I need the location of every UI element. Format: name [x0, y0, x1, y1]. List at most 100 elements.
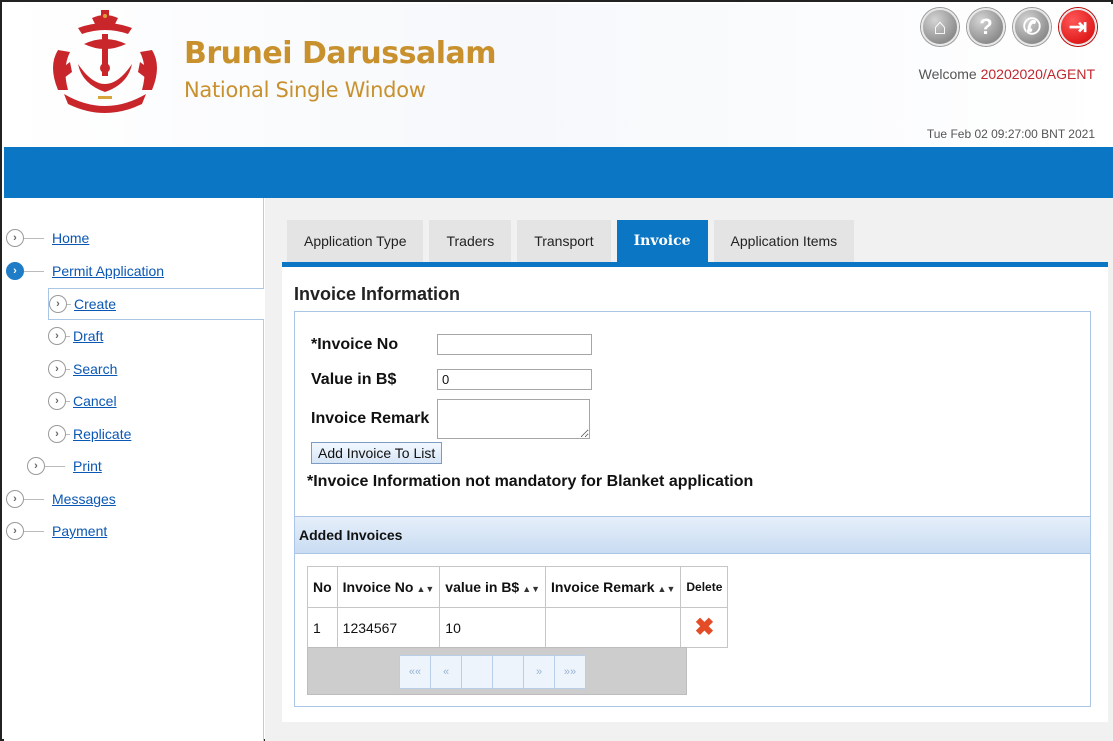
- tab-traders[interactable]: Traders: [429, 220, 512, 262]
- tree-connector: [66, 400, 70, 402]
- chevron-right-icon: ›: [48, 360, 66, 378]
- chevron-right-icon: ›: [27, 457, 45, 475]
- tree-connector: [66, 433, 70, 435]
- invoice-no-input[interactable]: [437, 334, 592, 355]
- chevron-right-icon: ›: [6, 262, 24, 280]
- invoice-panel: Invoice Information *Invoice No Value in…: [282, 267, 1108, 722]
- pager-first-button[interactable]: ««: [399, 655, 431, 689]
- cell-remark: [545, 607, 682, 648]
- sidebar-item-label[interactable]: Draft: [73, 328, 103, 344]
- tree-connector: [67, 303, 71, 305]
- welcome-prefix: Welcome: [918, 66, 981, 82]
- invoice-note: *Invoice Information not mandatory for B…: [307, 473, 754, 490]
- tree-connector: [24, 530, 44, 532]
- invoice-form: *Invoice No Value in B$ Invoice Remark A…: [294, 311, 1091, 707]
- invoice-remark-textarea[interactable]: [437, 399, 590, 439]
- sort-icon[interactable]: ▲▼: [522, 584, 540, 594]
- add-invoice-button[interactable]: Add Invoice To List: [311, 442, 443, 464]
- sidebar-item-label[interactable]: Permit Application: [52, 263, 164, 279]
- welcome-message: Welcome 20202020/AGENT: [919, 66, 1095, 82]
- tab-application-type[interactable]: Application Type: [287, 220, 424, 262]
- invoice-remark-label: Invoice Remark: [311, 410, 430, 427]
- table-header-row: No Invoice No ▲▼ value in B$ ▲▼ Invoice Re…: [307, 566, 729, 608]
- chevron-right-icon: ›: [48, 425, 66, 443]
- sidebar-item-label[interactable]: Search: [73, 361, 117, 377]
- column-header-invoice-no[interactable]: Invoice No ▲▼: [336, 566, 441, 608]
- tab-application-items[interactable]: Application Items: [713, 220, 855, 262]
- tree-connector: [24, 237, 44, 239]
- sidebar-item-payment[interactable]: › Payment: [6, 519, 107, 543]
- sort-icon[interactable]: ▲▼: [658, 584, 676, 594]
- value-label: Value in B$: [311, 371, 397, 388]
- value-input[interactable]: [437, 369, 592, 390]
- sidebar-item-label[interactable]: Cancel: [73, 393, 117, 409]
- table-row: 1 1234567 10 ✖: [307, 607, 729, 648]
- sidebar-item-permit-application[interactable]: › Permit Application: [6, 259, 164, 283]
- column-header-remark[interactable]: Invoice Remark ▲▼: [545, 566, 682, 608]
- sidebar-item-create[interactable]: › Create: [48, 288, 264, 320]
- tree-connector: [45, 465, 65, 467]
- sidebar-item-label[interactable]: Print: [73, 458, 102, 474]
- app-window: Brunei Darussalam National Single Window…: [0, 0, 1113, 741]
- tree-connector: [66, 368, 70, 370]
- pager-buttons: «« « » »»: [399, 655, 586, 689]
- sidebar-item-label[interactable]: Payment: [52, 523, 107, 539]
- column-header-delete: Delete: [680, 566, 729, 608]
- tab-invoice[interactable]: Invoice: [616, 220, 708, 262]
- tab-transport[interactable]: Transport: [517, 220, 611, 262]
- chevron-right-icon: ›: [48, 327, 66, 345]
- chevron-right-icon: ›: [6, 522, 24, 540]
- chevron-right-icon: ›: [48, 392, 66, 410]
- delete-icon[interactable]: ✖: [686, 615, 722, 640]
- column-header-no: No: [307, 566, 338, 608]
- sidebar-item-home[interactable]: › Home: [6, 226, 89, 250]
- home-icon[interactable]: ⌂: [921, 8, 959, 46]
- column-header-label: No: [313, 579, 332, 595]
- chevron-right-icon: ›: [49, 295, 67, 313]
- sidebar-item-draft[interactable]: › Draft: [48, 324, 103, 348]
- invoice-no-label: *Invoice No: [311, 336, 399, 353]
- phone-icon[interactable]: ✆: [1013, 8, 1051, 46]
- sidebar-item-cancel[interactable]: › Cancel: [48, 389, 117, 413]
- tree-connector: [24, 498, 44, 500]
- pager-last-button[interactable]: »»: [554, 655, 586, 689]
- brunei-emblem-logo: [53, 10, 157, 113]
- sidebar-item-label[interactable]: Home: [52, 230, 89, 246]
- table-pager: «« « » »»: [307, 647, 687, 695]
- welcome-user: 20202020/AGENT: [980, 66, 1095, 82]
- help-icon[interactable]: ?: [967, 8, 1005, 46]
- sort-icon[interactable]: ▲▼: [416, 584, 434, 594]
- column-header-label: Invoice No: [342, 579, 414, 595]
- pager-page-slot: [461, 655, 493, 689]
- main-content: Application Type Traders Transport Invoi…: [265, 198, 1113, 741]
- chevron-right-icon: ›: [6, 229, 24, 247]
- cell-delete: ✖: [680, 607, 729, 648]
- column-header-label: Invoice Remark: [551, 579, 655, 595]
- panel-title: Invoice Information: [294, 284, 461, 304]
- tree-connector: [24, 270, 44, 272]
- logout-icon[interactable]: ⇥: [1059, 8, 1097, 46]
- sidebar-nav: › Home › Permit Application › Create › D…: [4, 198, 264, 741]
- sidebar-item-replicate[interactable]: › Replicate: [48, 422, 131, 446]
- pager-next-button[interactable]: »: [523, 655, 555, 689]
- column-header-label: Delete: [686, 580, 723, 594]
- brand-subtitle: National Single Window: [184, 78, 426, 102]
- sidebar-item-messages[interactable]: › Messages: [6, 487, 116, 511]
- brand-title: Brunei Darussalam: [184, 36, 497, 71]
- added-invoices-table: No Invoice No ▲▼ value in B$ ▲▼ Invoice Re…: [307, 566, 729, 648]
- cell-invoice-no: 1234567: [336, 607, 441, 648]
- tree-connector: [66, 335, 70, 337]
- cell-no: 1: [307, 607, 338, 648]
- sidebar-item-search[interactable]: › Search: [48, 357, 117, 381]
- sidebar-item-label[interactable]: Replicate: [73, 426, 131, 442]
- column-header-value[interactable]: value in B$ ▲▼: [439, 566, 547, 608]
- cell-value: 10: [439, 607, 547, 648]
- current-datetime: Tue Feb 02 09:27:00 BNT 2021: [926, 127, 1095, 141]
- chevron-right-icon: ›: [6, 490, 24, 508]
- sidebar-item-print[interactable]: › Print: [27, 454, 102, 478]
- pager-prev-button[interactable]: «: [430, 655, 462, 689]
- added-invoices-header: Added Invoices: [295, 516, 1090, 554]
- sidebar-item-label[interactable]: Messages: [52, 491, 116, 507]
- column-header-label: value in B$: [445, 579, 520, 595]
- sidebar-item-label[interactable]: Create: [74, 296, 116, 312]
